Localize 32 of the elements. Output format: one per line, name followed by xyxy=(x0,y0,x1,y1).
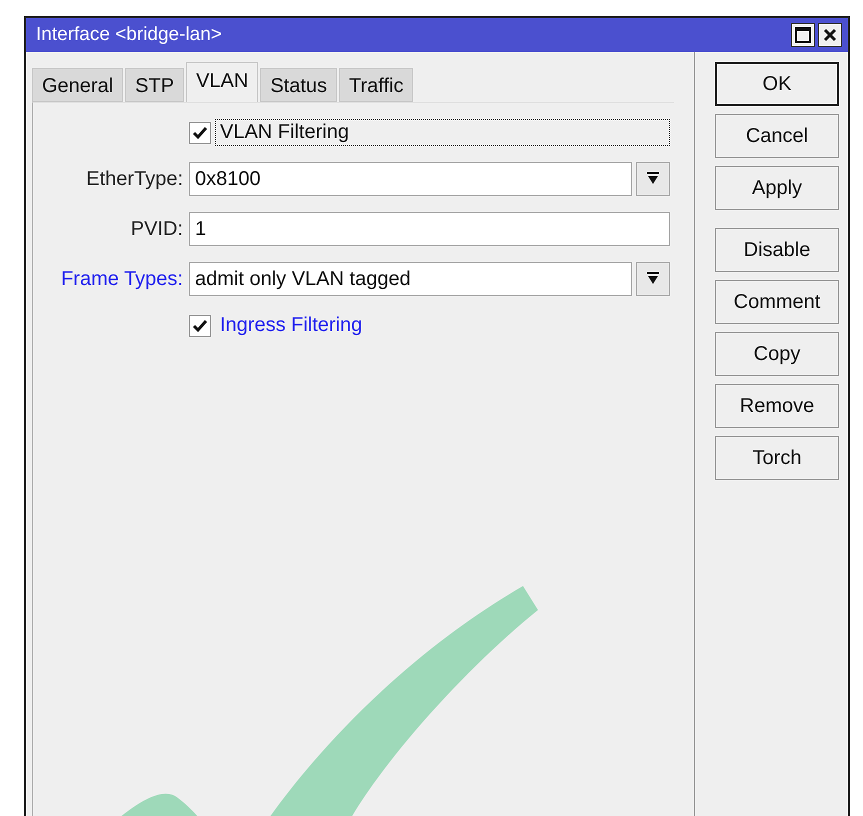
checkbox-label: VLAN Filtering xyxy=(215,119,670,146)
close-icon xyxy=(823,28,837,42)
dropdown-field[interactable]: 0x8100 xyxy=(189,162,632,196)
tab[interactable]: General xyxy=(32,68,124,102)
dialog-button[interactable]: OK xyxy=(715,62,839,106)
dropdown-arrow-icon xyxy=(647,272,659,286)
input-field[interactable]: 1 xyxy=(189,212,670,246)
tab[interactable]: Status xyxy=(260,68,338,102)
dialog-button[interactable]: Apply xyxy=(715,166,839,210)
field-label: EtherType: xyxy=(85,168,183,190)
checkbox[interactable] xyxy=(189,122,211,144)
checkbox[interactable] xyxy=(189,314,211,336)
dialog-button[interactable]: Copy xyxy=(715,332,839,376)
field-label: Frame Types: xyxy=(60,268,183,290)
tab[interactable]: STP xyxy=(125,68,184,102)
checkbox-label: Ingress Filtering xyxy=(219,313,364,338)
maximize-button[interactable] xyxy=(791,23,815,47)
dialog-button[interactable]: Remove xyxy=(715,384,839,428)
dialog-button[interactable]: Comment xyxy=(715,280,839,324)
window-title: Interface <bridge-lan> xyxy=(36,24,222,46)
tab[interactable]: VLAN xyxy=(186,62,258,102)
dialog-button[interactable]: Disable xyxy=(715,228,839,272)
dialog-button[interactable]: Cancel xyxy=(715,114,839,158)
dropdown-button[interactable] xyxy=(636,162,670,196)
dropdown-arrow-icon xyxy=(647,172,659,186)
field-label: PVID: xyxy=(130,218,183,240)
tab[interactable]: Traffic xyxy=(339,68,414,102)
dialog-button[interactable]: Torch xyxy=(715,436,839,480)
maximize-icon xyxy=(795,27,811,43)
close-button[interactable] xyxy=(818,23,842,47)
dropdown-button[interactable] xyxy=(636,262,670,296)
dropdown-field[interactable]: admit only VLAN tagged xyxy=(189,262,632,296)
